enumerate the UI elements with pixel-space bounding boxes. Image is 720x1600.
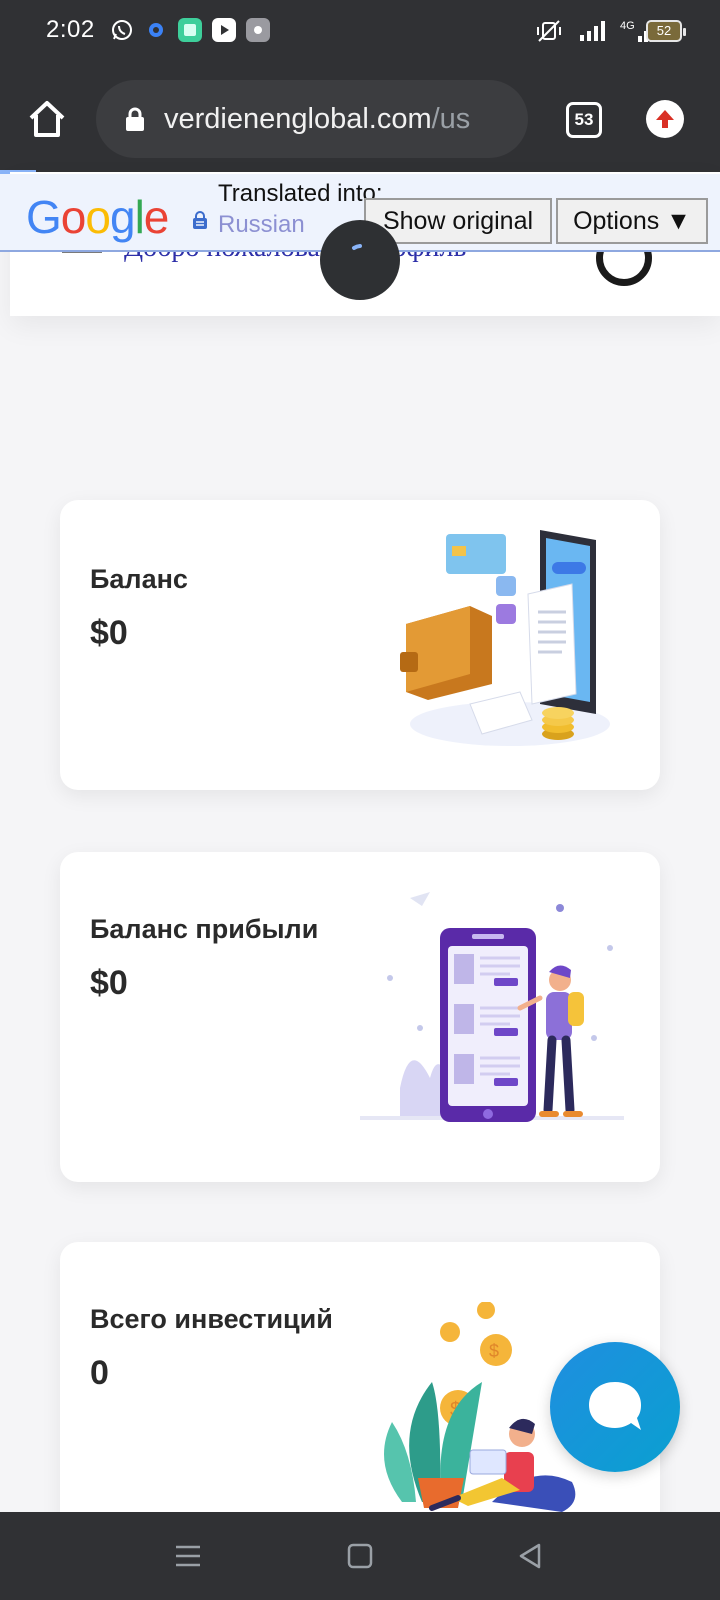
url-path: /us: [431, 102, 471, 135]
svg-text:4G: 4G: [620, 20, 635, 32]
recent-apps-button[interactable]: [170, 1538, 206, 1574]
wallet-payment-illustration: [400, 530, 610, 746]
profit-balance-card: Баланс прибыли $0: [60, 852, 660, 1182]
update-button[interactable]: [646, 100, 684, 138]
svg-text:$: $: [489, 1341, 499, 1361]
battery-icon: 52: [646, 20, 686, 42]
settings-icon: [144, 18, 168, 42]
google-logo: Google: [26, 191, 169, 243]
total-investments-value: 0: [90, 1354, 109, 1392]
mobile-shopping-illustration: [360, 892, 624, 1122]
status-bar: 2:02 4G 52: [0, 0, 720, 64]
system-navigation-bar: [0, 1512, 720, 1600]
home-nav-button[interactable]: [342, 1538, 378, 1574]
balance-card: Баланс $0: [60, 500, 660, 790]
update-arrow-icon: [656, 110, 674, 128]
status-time: 2:02: [46, 16, 95, 43]
spinner-arc-icon: [352, 244, 362, 250]
translated-into-label: Translated into:: [218, 180, 383, 207]
whatsapp-icon: [110, 18, 134, 42]
translated-language: Russian: [218, 211, 305, 238]
balance-value: $0: [90, 614, 128, 652]
profit-balance-label: Баланс прибыли: [90, 914, 319, 944]
square-icon: [347, 1543, 373, 1569]
back-nav-button[interactable]: [512, 1538, 548, 1574]
balance-label: Баланс: [90, 564, 188, 594]
status-notification-icons: [110, 18, 270, 42]
menu-lines-icon: [176, 1545, 200, 1567]
url-host: verdienenglobal.com: [164, 102, 432, 135]
lock-icon: [126, 107, 144, 131]
translate-status: Translated into: Russian: [218, 178, 383, 238]
gallery-icon: [178, 18, 202, 42]
home-button[interactable]: [26, 98, 68, 140]
tab-switcher-button[interactable]: 53: [566, 102, 602, 138]
total-investments-label: Всего инвестиций: [90, 1304, 333, 1334]
vibrate-icon: [537, 20, 561, 42]
profit-balance-value: $0: [90, 964, 128, 1002]
status-system-icons: 4G: [534, 18, 660, 44]
translate-lock-icon: [193, 211, 207, 229]
home-icon: [29, 101, 65, 137]
app-icon: [246, 18, 270, 42]
back-triangle-icon: [519, 1543, 541, 1569]
signal-icon: [580, 21, 605, 41]
chat-button[interactable]: [550, 1342, 680, 1472]
loading-spinner: [320, 220, 400, 300]
options-button[interactable]: Options ▼: [556, 198, 708, 244]
chat-bubble-icon: [589, 1382, 641, 1430]
youtube-icon: [212, 18, 236, 42]
url-bar[interactable]: verdienenglobal.com/us: [96, 80, 528, 158]
browser-toolbar: verdienenglobal.com/us 53: [0, 64, 720, 172]
